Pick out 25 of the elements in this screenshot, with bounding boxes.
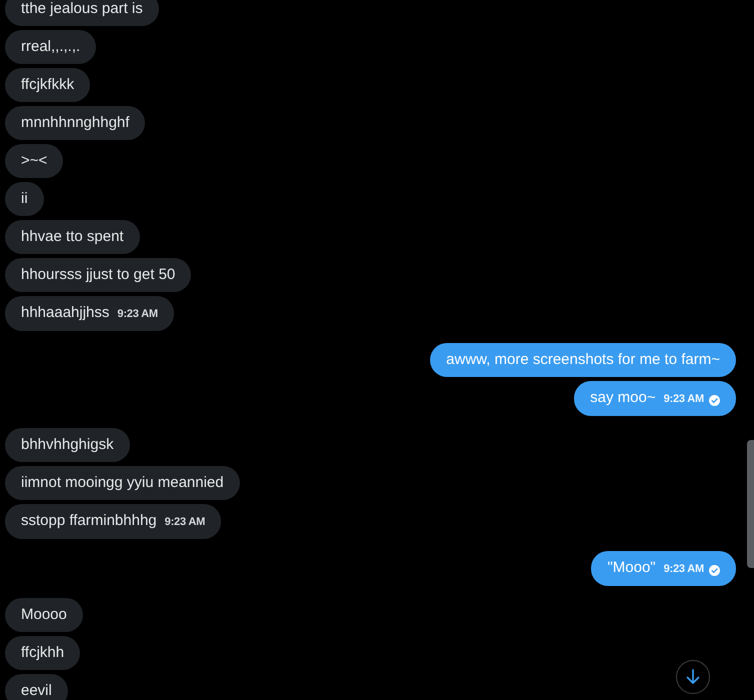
scrollbar-thumb[interactable]	[747, 440, 754, 568]
message-text: ii	[21, 189, 28, 209]
message-text: hhoursss jjust to get 50	[21, 265, 176, 285]
message-text: rreal,,.,.,.	[21, 37, 80, 57]
message-text: mnnhhnnghhghf	[21, 113, 130, 133]
message-text: Moooo	[21, 605, 67, 625]
message-text: say moo~	[590, 388, 656, 408]
scroll-to-bottom-button[interactable]	[676, 660, 710, 694]
message-time: 9:23 AM	[664, 562, 704, 577]
arrow-down-icon	[684, 668, 702, 686]
message-text: ffcjkhh	[21, 643, 64, 663]
message-time: 9:23 AM	[164, 515, 206, 530]
message-time: 9:23 AM	[664, 392, 704, 407]
message-text: >~<	[21, 151, 48, 171]
message-text: bhhvhhghigsk	[21, 435, 114, 455]
message-text: hhhaaahjjhss	[21, 303, 110, 323]
message-text: tthe jealous part is	[21, 0, 143, 19]
message-text: iimnot mooingg yyiu meannied	[21, 473, 224, 493]
message-text: eevil	[21, 681, 52, 700]
message-text: sstopp ffarminbhhhg	[21, 511, 157, 531]
message-text: ffcjkfkkk	[21, 75, 74, 95]
message-time: 9:23 AM	[117, 307, 158, 322]
message-text: awww, more screenshots for me to farm~	[446, 350, 720, 370]
message-text: hhvae tto spent	[21, 227, 124, 247]
message-text: "Mooo"	[607, 558, 656, 578]
